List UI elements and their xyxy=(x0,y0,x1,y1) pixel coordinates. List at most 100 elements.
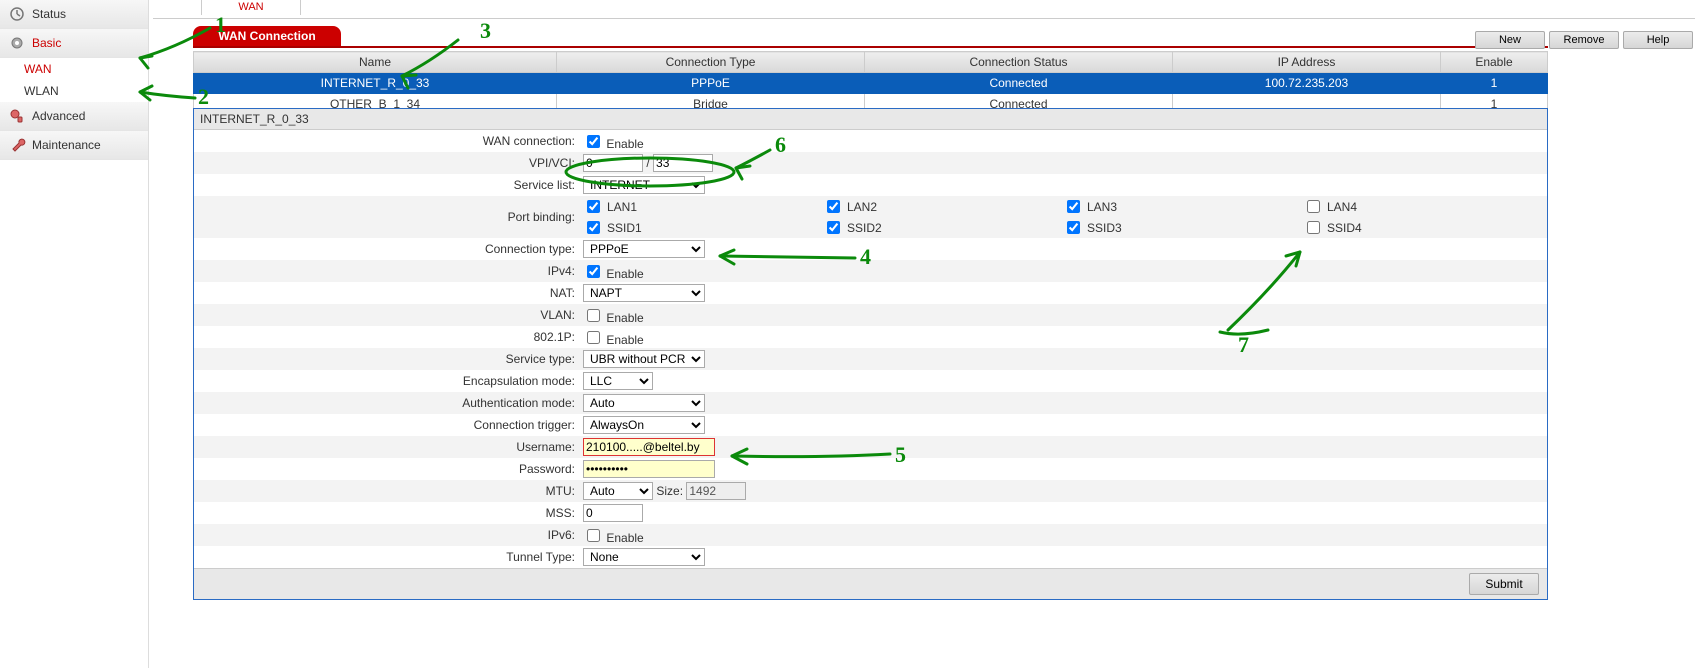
service-type-select[interactable]: UBR without PCR xyxy=(583,350,705,368)
ipv6-label: IPv6: xyxy=(194,524,579,546)
port-checkbox[interactable] xyxy=(827,200,840,213)
sidebar-label: Advanced xyxy=(32,109,85,123)
maintenance-icon xyxy=(8,136,26,154)
section-tab-wan-connection[interactable]: WAN Connection xyxy=(193,26,341,46)
username-input[interactable] xyxy=(583,438,715,456)
8021p-checkbox[interactable] xyxy=(587,331,600,344)
port-binding-label: Port binding: xyxy=(194,196,579,238)
sidebar-item-maintenance[interactable]: Maintenance xyxy=(0,131,148,160)
cell: 100.72.235.203 xyxy=(1173,73,1441,94)
encap-label: Encapsulation mode: xyxy=(194,370,579,392)
top-tab-strip: WAN xyxy=(153,0,1695,19)
section-tab-bar: WAN Connection xyxy=(193,24,1695,46)
mtu-size-input xyxy=(686,482,746,500)
service-type-label: Service type: xyxy=(194,348,579,370)
trigger-select[interactable]: AlwaysOn xyxy=(583,416,705,434)
vci-input[interactable] xyxy=(653,154,713,172)
col-name[interactable]: Name xyxy=(194,52,557,73)
vlan-label: VLAN: xyxy=(194,304,579,326)
ipv4-label: IPv4: xyxy=(194,260,579,282)
tunnel-label: Tunnel Type: xyxy=(194,546,579,568)
port-checkbox[interactable] xyxy=(587,221,600,234)
sidebar-sub-wan[interactable]: WAN xyxy=(0,58,148,80)
mss-input[interactable] xyxy=(583,504,643,522)
conn-type-select[interactable]: PPPoE xyxy=(583,240,705,258)
sidebar-label: Basic xyxy=(32,36,61,50)
auth-label: Authentication mode: xyxy=(194,392,579,414)
action-button-bar: New Remove Help xyxy=(1475,31,1693,49)
table-row[interactable]: INTERNET_R_0_33 PPPoE Connected 100.72.2… xyxy=(194,73,1548,94)
col-type[interactable]: Connection Type xyxy=(557,52,865,73)
port-checkbox[interactable] xyxy=(1307,221,1320,234)
panel-title: INTERNET_R_0_33 xyxy=(194,109,1547,130)
sidebar-item-status[interactable]: Status xyxy=(0,0,148,29)
col-status[interactable]: Connection Status xyxy=(865,52,1173,73)
password-input[interactable] xyxy=(583,460,715,478)
gear-icon xyxy=(8,34,26,52)
advanced-icon xyxy=(8,107,26,125)
trigger-label: Connection trigger: xyxy=(194,414,579,436)
auth-select[interactable]: Auto xyxy=(583,394,705,412)
encap-select[interactable]: LLC xyxy=(583,372,653,390)
cell: 1 xyxy=(1441,73,1548,94)
service-list-label: Service list: xyxy=(194,174,579,196)
cell: Connected xyxy=(865,73,1173,94)
sidebar-label: Status xyxy=(32,7,66,21)
vpi-input[interactable] xyxy=(583,154,643,172)
port-checkbox[interactable] xyxy=(1307,200,1320,213)
port-ssid1[interactable]: SSID1 xyxy=(583,218,823,237)
port-lan4[interactable]: LAN4 xyxy=(1303,197,1543,216)
ipv6-checkbox[interactable] xyxy=(587,529,600,542)
cell: INTERNET_R_0_33 xyxy=(194,73,557,94)
sidebar: Status Basic WAN WLAN Advanced Maintenan… xyxy=(0,0,149,668)
port-checkbox[interactable] xyxy=(1067,221,1080,234)
connection-table: Name Connection Type Connection Status I… xyxy=(193,51,1548,115)
col-enable[interactable]: Enable xyxy=(1441,52,1548,73)
sidebar-label: Maintenance xyxy=(32,138,101,152)
section-divider xyxy=(193,46,1548,48)
vpi-vci-label: VPI/VCI: xyxy=(194,152,579,174)
new-button[interactable]: New xyxy=(1475,31,1545,49)
detail-panel: INTERNET_R_0_33 WAN connection: Enable V… xyxy=(193,108,1548,600)
port-checkbox[interactable] xyxy=(1067,200,1080,213)
panel-footer: Submit xyxy=(194,568,1547,599)
port-checkbox[interactable] xyxy=(827,221,840,234)
sidebar-item-advanced[interactable]: Advanced xyxy=(0,102,148,131)
8021p-label: 802.1P: xyxy=(194,326,579,348)
conn-type-label: Connection type: xyxy=(194,238,579,260)
wan-conn-label: WAN connection: xyxy=(194,130,579,152)
ipv4-checkbox[interactable] xyxy=(587,265,600,278)
submit-button[interactable]: Submit xyxy=(1469,573,1539,595)
top-tab-wan[interactable]: WAN xyxy=(201,0,301,15)
mtu-mode-select[interactable]: Auto xyxy=(583,482,653,500)
service-list-select[interactable]: INTERNET xyxy=(583,176,705,194)
remove-button[interactable]: Remove xyxy=(1549,31,1619,49)
port-lan3[interactable]: LAN3 xyxy=(1063,197,1303,216)
port-ssid2[interactable]: SSID2 xyxy=(823,218,1063,237)
port-ssid4[interactable]: SSID4 xyxy=(1303,218,1543,237)
help-button[interactable]: Help xyxy=(1623,31,1693,49)
cell: PPPoE xyxy=(557,73,865,94)
nat-label: NAT: xyxy=(194,282,579,304)
port-ssid3[interactable]: SSID3 xyxy=(1063,218,1303,237)
mss-label: MSS: xyxy=(194,502,579,524)
vpi-vci-slash: / xyxy=(646,156,649,170)
status-icon xyxy=(8,5,26,23)
enable-text: Enable xyxy=(606,137,643,151)
username-label: Username: xyxy=(194,436,579,458)
password-label: Password: xyxy=(194,458,579,480)
port-checkbox[interactable] xyxy=(587,200,600,213)
main-area: WAN Connection New Remove Help Name Conn… xyxy=(153,24,1695,46)
nat-select[interactable]: NAPT xyxy=(583,284,705,302)
sidebar-item-basic[interactable]: Basic xyxy=(0,29,148,58)
mtu-size-label: Size: xyxy=(656,484,683,498)
tunnel-select[interactable]: None xyxy=(583,548,705,566)
col-ip[interactable]: IP Address xyxy=(1173,52,1441,73)
port-lan1[interactable]: LAN1 xyxy=(583,197,823,216)
port-lan2[interactable]: LAN2 xyxy=(823,197,1063,216)
sidebar-sub-wlan[interactable]: WLAN xyxy=(0,80,148,102)
wan-conn-checkbox[interactable] xyxy=(587,135,600,148)
detail-form: WAN connection: Enable VPI/VCI: / Servic… xyxy=(194,130,1547,568)
vlan-checkbox[interactable] xyxy=(587,309,600,322)
mtu-label: MTU: xyxy=(194,480,579,502)
